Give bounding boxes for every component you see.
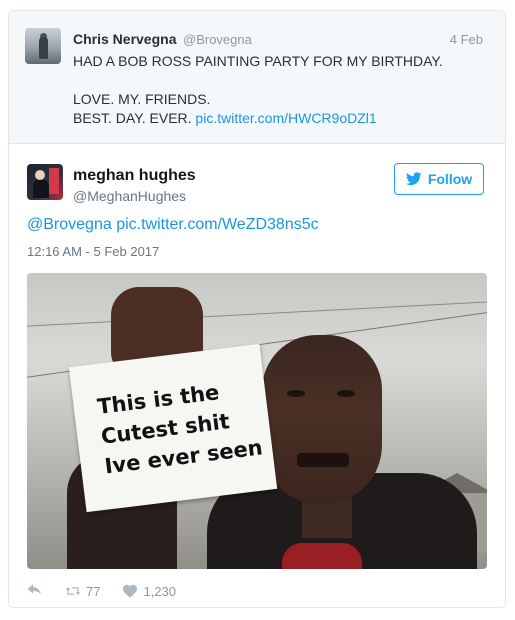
quoted-tweet[interactable]: Chris Nervegna @Brovegna 4 Feb HAD A BOB… — [9, 11, 505, 144]
person-face — [262, 335, 382, 505]
avatar-body-shape — [33, 180, 49, 198]
quoted-text-line2: LOVE. MY. FRIENDS. — [73, 91, 211, 107]
author-name[interactable]: meghan hughes — [73, 167, 196, 185]
quoted-author-name[interactable]: Chris Nervegna — [73, 31, 176, 47]
like-button[interactable]: 1,230 — [122, 584, 176, 599]
tweet-photo[interactable]: This is the Cutest shit Ive ever seen — [27, 273, 487, 569]
power-line — [27, 299, 487, 328]
red-shirt — [282, 543, 362, 569]
avatar-bg-shape — [49, 168, 59, 194]
twitter-bird-icon — [405, 172, 422, 186]
author-avatar[interactable] — [27, 164, 63, 200]
avatar-face-shape — [35, 170, 45, 180]
avatar-figure-body — [39, 37, 48, 59]
quoted-date[interactable]: 4 Feb — [450, 32, 483, 47]
eye — [337, 390, 355, 397]
handheld-sign: This is the Cutest shit Ive ever seen — [68, 343, 278, 513]
retweet-count: 77 — [86, 583, 101, 599]
heart-icon — [123, 584, 138, 598]
mention-link[interactable]: @Brovegna — [27, 216, 112, 233]
quoted-text: HAD A BOB ROSS PAINTING PARTY FOR MY BIR… — [73, 52, 493, 128]
tweet-actions: 77 1,230 — [27, 581, 198, 601]
mouth — [297, 453, 349, 467]
follow-label: Follow — [427, 171, 473, 187]
retweet-icon — [65, 587, 81, 595]
tweet-timestamp[interactable]: 12:16 AM - 5 Feb 2017 — [27, 244, 159, 259]
author-handle[interactable]: @MeghanHughes — [73, 188, 186, 204]
quoted-avatar[interactable] — [25, 28, 61, 64]
tweet-text: @Brovegna pic.twitter.com/WeZD38ns5c — [27, 216, 319, 234]
reply-icon — [27, 584, 41, 595]
quoted-author-handle[interactable]: @Brovegna — [183, 32, 252, 47]
quoted-pic-link[interactable]: pic.twitter.com/HWCR9oDZl1 — [195, 110, 376, 126]
follow-button[interactable]: Follow — [394, 163, 484, 195]
sign-text: This is the Cutest shit Ive ever seen — [95, 380, 264, 479]
retweet-button[interactable]: 77 — [65, 584, 100, 599]
quoted-text-line1: HAD A BOB ROSS PAINTING PARTY FOR MY BIR… — [73, 53, 443, 69]
like-count: 1,230 — [143, 583, 177, 599]
tweet-card: Chris Nervegna @Brovegna 4 Feb HAD A BOB… — [8, 10, 506, 608]
pic-link[interactable]: pic.twitter.com/WeZD38ns5c — [116, 216, 318, 233]
quoted-text-line3: BEST. DAY. EVER. — [73, 110, 192, 126]
reply-button[interactable] — [27, 584, 43, 598]
eye — [287, 390, 305, 397]
